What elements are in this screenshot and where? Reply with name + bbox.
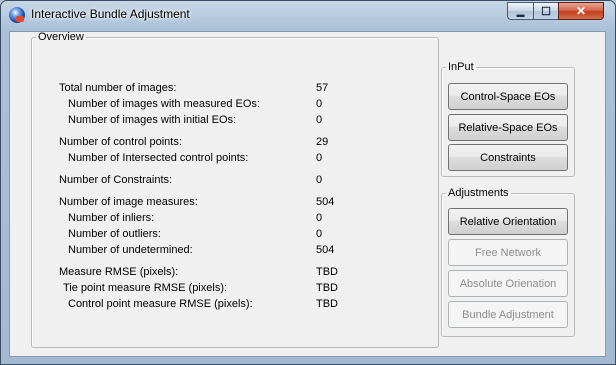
title-bar[interactable]: Interactive Bundle Adjustment ▬ ☐ ✕ <box>1 1 615 29</box>
overview-legend: Overview <box>38 31 84 43</box>
relative-orientation-button[interactable]: Relative Orientation <box>448 208 568 235</box>
close-button[interactable]: ✕ <box>558 2 604 20</box>
minimize-icon: ▬ <box>516 9 525 19</box>
input-legend: InPut <box>448 61 474 73</box>
relative-space-eos-button[interactable]: Relative-Space EOs <box>448 114 568 141</box>
absolute-orientation-button: Absolute Orienation <box>448 270 568 297</box>
initial-eos-label: Number of images with initial EOs: <box>68 114 237 126</box>
measured-eos-label: Number of images with measured EOs: <box>68 98 260 110</box>
maximize-icon: ☐ <box>541 5 551 18</box>
maximize-button[interactable]: ☐ <box>533 2 559 20</box>
intersected-control-points-value: 0 <box>316 152 323 164</box>
control-points-value: 29 <box>316 136 329 148</box>
image-measures-label: Number of image measures: <box>59 196 198 208</box>
intersected-control-points-label: Number of Intersected control points: <box>68 152 249 164</box>
image-measures-value: 504 <box>316 196 335 208</box>
control-point-rmse-label: Control point measure RMSE (pixels): <box>68 298 253 310</box>
constraints-label: Number of Constraints: <box>59 174 173 186</box>
measure-rmse-value: TBD <box>316 266 338 278</box>
close-icon: ✕ <box>575 4 587 18</box>
constraints-button[interactable]: Constraints <box>448 144 568 171</box>
control-space-eos-button[interactable]: Control-Space EOs <box>448 83 568 110</box>
measured-eos-value: 0 <box>316 98 323 110</box>
outliers-value: 0 <box>316 228 323 240</box>
free-network-button: Free Network <box>448 239 568 266</box>
control-point-rmse-value: TBD <box>316 298 338 310</box>
constraints-value: 0 <box>316 174 323 186</box>
control-points-label: Number of control points: <box>59 136 182 148</box>
tie-point-rmse-label: Tie point measure RMSE (pixels): <box>63 282 228 294</box>
main-window: Interactive Bundle Adjustment ▬ ☐ ✕ Over… <box>0 0 616 365</box>
app-icon[interactable] <box>9 7 25 23</box>
window-title: Interactive Bundle Adjustment <box>31 7 190 21</box>
inliers-label: Number of inliers: <box>68 212 155 224</box>
minimize-button[interactable]: ▬ <box>507 2 534 20</box>
undetermined-value: 504 <box>316 244 335 256</box>
bundle-adjustment-button: Bundle Adjustment <box>448 301 568 328</box>
total-images-value: 57 <box>316 82 329 94</box>
adjustments-legend: Adjustments <box>448 187 509 199</box>
total-images-label: Total number of images: <box>59 82 177 94</box>
outliers-label: Number of outliers: <box>68 228 161 240</box>
undetermined-label: Number of undetermined: <box>68 244 193 256</box>
tie-point-rmse-value: TBD <box>316 282 338 294</box>
measure-rmse-label: Measure RMSE (pixels): <box>59 266 179 278</box>
inliers-value: 0 <box>316 212 323 224</box>
initial-eos-value: 0 <box>316 114 323 126</box>
